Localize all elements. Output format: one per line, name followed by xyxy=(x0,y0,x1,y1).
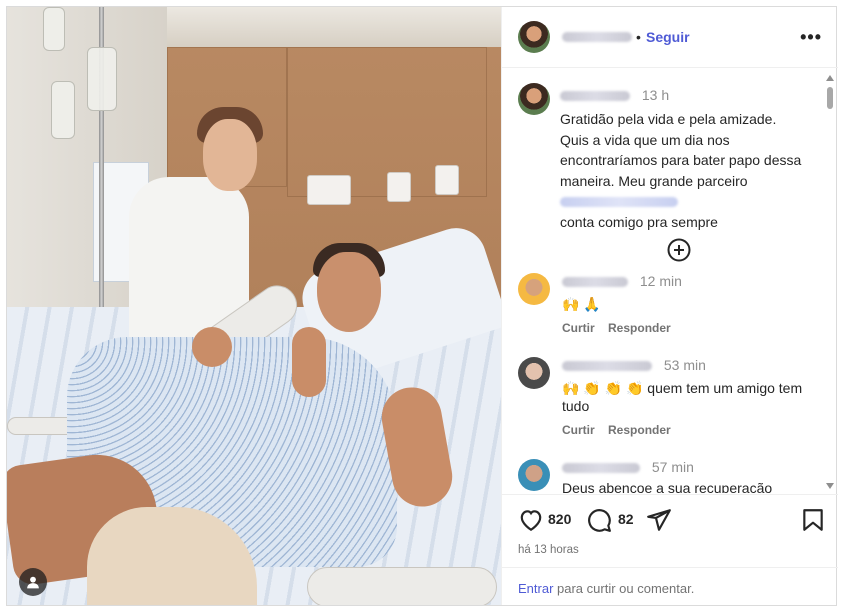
caption-author-avatar[interactable] xyxy=(518,83,550,115)
iv-bag xyxy=(51,81,75,139)
reply-button[interactable]: Responder xyxy=(608,321,671,335)
user-tag-icon xyxy=(27,576,39,589)
comment-meta: 53 min xyxy=(562,357,706,373)
more-options-icon[interactable]: ••• xyxy=(800,27,822,48)
login-prompt: Entrar para curtir ou comentar. xyxy=(502,567,838,605)
iv-bag xyxy=(87,47,117,111)
caption-body: Gratidão pela vida e pela amizade. Quis … xyxy=(560,111,802,189)
patient-head xyxy=(317,252,381,332)
comment-actions: Curtir Responder xyxy=(562,423,681,437)
caption-text: Gratidão pela vida e pela amizade. Quis … xyxy=(560,109,808,232)
comment-time: 53 min xyxy=(663,357,706,373)
separator-dot: • xyxy=(636,29,641,45)
login-link[interactable]: Entrar xyxy=(518,581,553,596)
bed-rail xyxy=(307,567,497,605)
caption-end: conta comigo pra sempre xyxy=(560,213,718,230)
like-count[interactable]: 820 xyxy=(548,511,571,527)
caption-meta: 13 h xyxy=(560,87,669,103)
comment-item: 53 min 🙌 👏 👏 👏 quem tem um amigo tem tud… xyxy=(518,357,818,447)
posted-ago: há 13 horas xyxy=(518,544,579,556)
post-sidebar: • Seguir ••• 13 h Gratidão pela vida e p… xyxy=(501,7,838,605)
reply-button[interactable]: Responder xyxy=(608,423,671,437)
thumbs-up-hand xyxy=(292,327,326,397)
comment-actions: Curtir Responder xyxy=(562,321,681,335)
caption-mention-blurred[interactable] xyxy=(560,197,678,208)
feed-scrollbar[interactable] xyxy=(824,69,836,493)
commenter-name-blurred[interactable] xyxy=(562,361,652,372)
paper-plane-icon[interactable] xyxy=(646,507,672,533)
iv-bag xyxy=(43,7,65,51)
comment-count[interactable]: 82 xyxy=(618,511,634,527)
commenter-avatar[interactable] xyxy=(518,459,550,491)
comment-text: 🙌 👏 👏 👏 quem tem um amigo tem tudo xyxy=(562,380,803,414)
post-actions: 820 82 há 13 horas xyxy=(502,494,838,567)
wall-outlet xyxy=(435,165,459,195)
post-header: • Seguir ••• xyxy=(502,7,838,68)
commenter-avatar[interactable] xyxy=(518,273,550,305)
comment-item: 57 min Deus abençoe a sua recuperação xyxy=(518,459,818,493)
author-avatar[interactable] xyxy=(518,21,550,53)
scroll-up-arrow-icon[interactable] xyxy=(826,75,834,81)
caption-author-name-blurred[interactable] xyxy=(560,91,630,102)
wall-outlet xyxy=(307,175,351,205)
caption-time: 13 h xyxy=(641,87,670,103)
heart-icon[interactable] xyxy=(518,507,544,533)
doctor-head xyxy=(203,119,257,191)
login-prompt-suffix: para curtir ou comentar. xyxy=(553,581,695,596)
comments-feed[interactable]: 13 h Gratidão pela vida e pela amizade. … xyxy=(502,69,838,493)
speech-bubble-icon[interactable] xyxy=(586,507,612,533)
comment-time: 57 min xyxy=(651,459,694,475)
comment-meta: 12 min xyxy=(562,273,682,289)
login-prompt-text: Entrar para curtir ou comentar. xyxy=(518,581,694,596)
comment-item: 12 min 🙌 🙏 Curtir Responder xyxy=(518,273,818,343)
post-photo[interactable] xyxy=(7,7,501,605)
comment-text: Deus abençoe a sua recuperação xyxy=(562,480,773,493)
wall-outlet xyxy=(387,172,411,202)
scrollbar-thumb[interactable] xyxy=(827,87,833,109)
scroll-down-arrow-icon[interactable] xyxy=(826,483,834,489)
comment-time: 12 min xyxy=(639,273,682,289)
commenter-name-blurred[interactable] xyxy=(562,463,640,474)
commenter-avatar[interactable] xyxy=(518,357,550,389)
plus-circle-icon[interactable] xyxy=(667,238,691,262)
follow-button[interactable]: Seguir xyxy=(646,29,690,45)
comment-meta: 57 min xyxy=(562,459,694,475)
author-name-blurred[interactable] xyxy=(562,32,632,42)
instagram-post-modal: • Seguir ••• 13 h Gratidão pela vida e p… xyxy=(6,6,838,606)
doctor-hand xyxy=(192,327,232,367)
like-comment-button[interactable]: Curtir xyxy=(562,321,595,335)
commenter-name-blurred[interactable] xyxy=(562,277,628,288)
like-comment-button[interactable]: Curtir xyxy=(562,423,595,437)
bookmark-icon[interactable] xyxy=(800,507,826,533)
user-tag-button[interactable] xyxy=(19,568,47,596)
comment-text: 🙌 🙏 xyxy=(562,296,601,312)
